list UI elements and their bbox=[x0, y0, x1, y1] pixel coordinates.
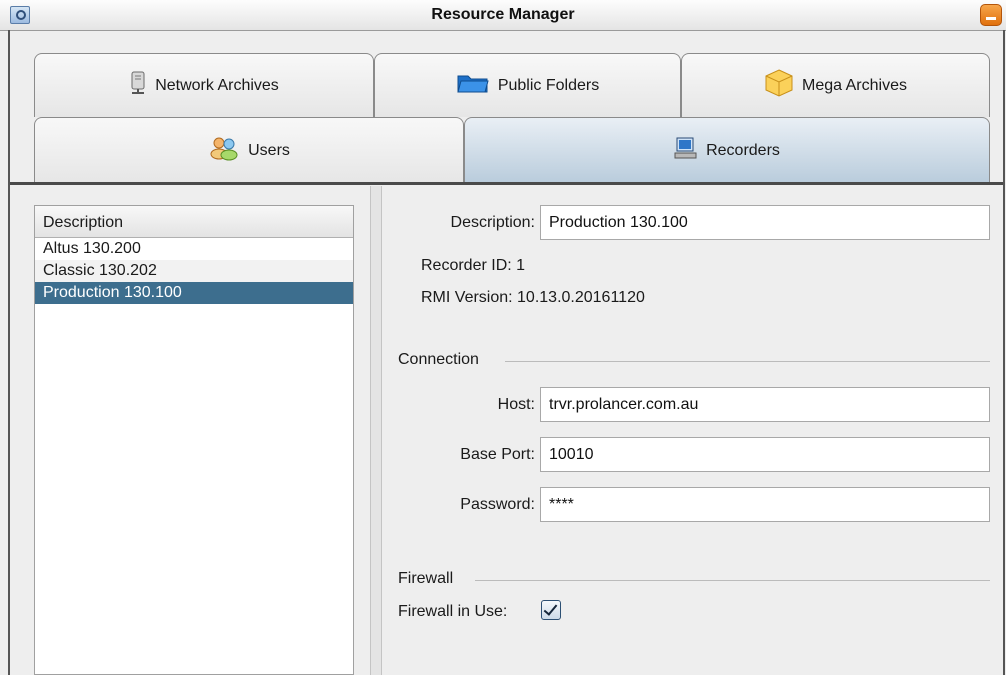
recorder-id-text: Recorder ID: 1 bbox=[421, 257, 526, 274]
server-icon bbox=[129, 71, 147, 100]
list-item[interactable]: Classic 130.202 bbox=[35, 260, 353, 282]
computer-icon bbox=[674, 136, 698, 165]
connection-group-title: Connection bbox=[398, 351, 479, 368]
split-pane-divider[interactable] bbox=[370, 186, 382, 675]
password-field[interactable]: **** bbox=[540, 487, 990, 522]
firewall-group-title: Firewall bbox=[398, 570, 454, 587]
rmi-version-text: RMI Version: 10.13.0.20161120 bbox=[421, 289, 645, 306]
box-icon bbox=[764, 68, 794, 103]
tab-label: Users bbox=[248, 141, 290, 159]
tab-network-archives[interactable]: Network Archives bbox=[34, 53, 374, 117]
column-header-description[interactable]: Description bbox=[35, 206, 353, 238]
firewall-group-divider bbox=[475, 580, 990, 581]
recorder-list: Description Altus 130.200 Classic 130.20… bbox=[34, 205, 354, 675]
description-label: Description: bbox=[450, 214, 535, 231]
folder-icon bbox=[456, 72, 490, 99]
minimize-button[interactable] bbox=[980, 4, 1002, 26]
tab-label: Mega Archives bbox=[802, 76, 907, 94]
tab-label: Recorders bbox=[706, 141, 780, 159]
list-item-selected[interactable]: Production 130.100 bbox=[35, 282, 353, 304]
list-item[interactable]: Altus 130.200 bbox=[35, 238, 353, 260]
tab-public-folders[interactable]: Public Folders bbox=[374, 53, 681, 117]
title-bar: Resource Manager bbox=[0, 0, 1006, 31]
tab-strip-border bbox=[10, 182, 1003, 185]
description-field[interactable]: Production 130.100 bbox=[540, 205, 990, 240]
window-title: Resource Manager bbox=[431, 6, 575, 23]
tab-label: Network Archives bbox=[155, 76, 279, 94]
password-label: Password: bbox=[460, 496, 535, 513]
window-frame-left bbox=[8, 30, 10, 675]
connection-group-divider bbox=[505, 361, 990, 362]
host-label: Host: bbox=[497, 396, 535, 413]
base-port-field[interactable]: 10010 bbox=[540, 437, 990, 472]
firewall-in-use-label: Firewall in Use: bbox=[398, 603, 508, 620]
users-icon bbox=[208, 135, 240, 166]
firewall-in-use-checkbox[interactable] bbox=[541, 600, 561, 620]
tab-users[interactable]: Users bbox=[34, 117, 464, 183]
host-field[interactable]: trvr.prolancer.com.au bbox=[540, 387, 990, 422]
base-port-label: Base Port: bbox=[460, 446, 535, 463]
tab-label: Public Folders bbox=[497, 76, 600, 94]
tab-mega-archives[interactable]: Mega Archives bbox=[681, 53, 990, 117]
tab-recorders[interactable]: Recorders bbox=[464, 117, 990, 183]
window-frame-right bbox=[1003, 30, 1005, 675]
